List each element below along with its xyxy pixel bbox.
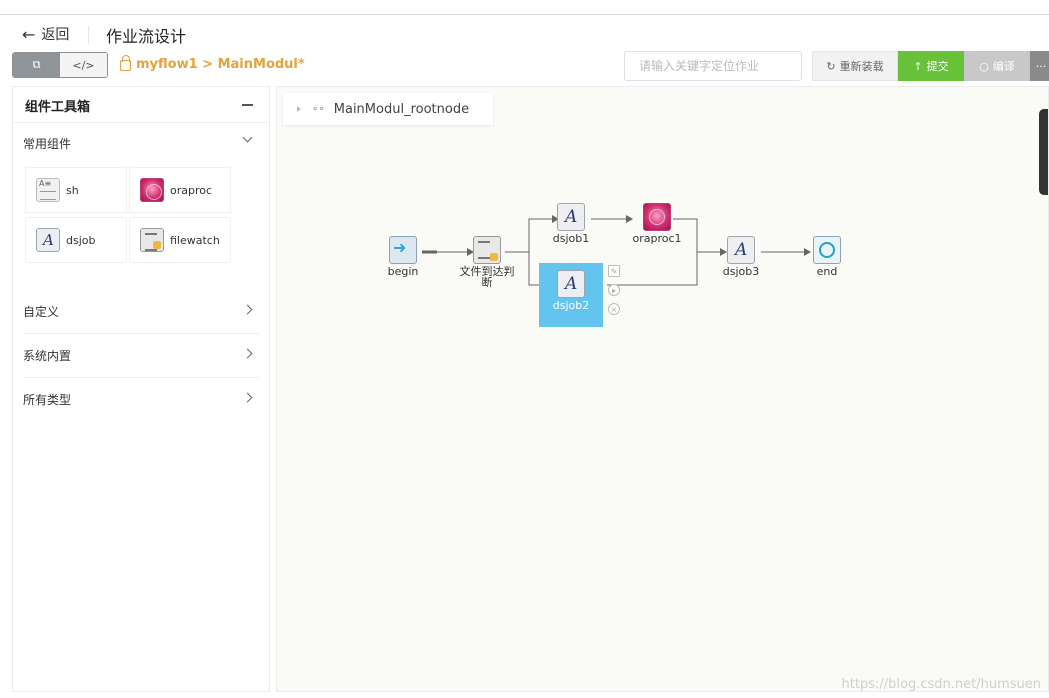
upload-arrow-icon: ↑: [913, 59, 923, 73]
reload-label: 重新装载: [839, 60, 884, 73]
component-oraproc[interactable]: oraproc: [129, 167, 231, 213]
database-icon: [140, 178, 164, 202]
header-separator: [88, 26, 89, 44]
group-all-types[interactable]: 所有类型: [13, 381, 269, 417]
connector-dsjob2-dsjob3: [607, 252, 698, 286]
node-dsjob3[interactable]: dsjob3: [711, 236, 771, 277]
reload-button[interactable]: ↻ 重新装载: [812, 51, 898, 81]
group-label: 系统内置: [23, 349, 72, 363]
play-icon[interactable]: ▸: [608, 284, 620, 296]
divider: [23, 377, 259, 378]
node-label: begin: [387, 265, 419, 278]
group-label: 自定义: [23, 305, 60, 319]
divider: [23, 333, 259, 334]
group-common[interactable]: 常用组件: [13, 125, 269, 161]
component-filewatch[interactable]: filewatch: [129, 217, 231, 263]
diagram-view-button[interactable]: ⧉: [13, 53, 60, 77]
node-label: end: [816, 265, 838, 278]
dsjob-icon: [557, 203, 585, 231]
node-label: dsjob1: [552, 232, 590, 245]
node-end[interactable]: end: [797, 236, 857, 277]
chevron-down-icon: [242, 132, 253, 143]
code-view-icon: </>: [72, 58, 95, 72]
circle-icon: ○: [979, 59, 989, 73]
node-label: 文件到达判断: [459, 265, 515, 289]
search-input[interactable]: [624, 51, 802, 81]
code-view-button[interactable]: </>: [60, 53, 107, 77]
start-arrow-icon: [389, 236, 417, 264]
filewatch-icon: [473, 236, 501, 264]
toolbox-header: 组件工具箱: [13, 87, 269, 123]
node-label: dsjob3: [722, 265, 760, 278]
group-common-label: 常用组件: [23, 137, 72, 151]
flow-canvas[interactable]: ⚬⚬ MainModul_rootnode begin 文件到达判断: [276, 86, 1049, 692]
group-label: 所有类型: [23, 393, 72, 407]
page-header: ← 返回 作业流设计: [0, 16, 1049, 52]
diagram-view-icon: ⧉: [32, 58, 41, 71]
more-button[interactable]: ···: [1030, 51, 1049, 81]
breadcrumb-text: myflow1 > MainModul*: [136, 57, 305, 72]
toolbox-title: 组件工具箱: [25, 100, 91, 115]
node-dsjob2-selected[interactable]: dsjob2: [539, 263, 603, 327]
node-oraproc1[interactable]: oraproc1: [627, 203, 687, 244]
toolbar: ⧉ </> myflow1 > MainModul* ↻ 重新装载 ↑ 提交 ○…: [12, 51, 1049, 81]
side-panel-handle[interactable]: [1039, 109, 1048, 195]
top-divider: [0, 14, 1049, 15]
collapse-icon[interactable]: [242, 104, 253, 106]
node-file-check[interactable]: 文件到达判断: [457, 236, 517, 288]
view-toggle: ⧉ </>: [12, 52, 108, 78]
close-icon[interactable]: ×: [608, 303, 620, 315]
dsjob-icon: [36, 228, 60, 252]
power-icon: [813, 236, 841, 264]
component-dsjob[interactable]: dsjob: [25, 217, 127, 263]
node-begin[interactable]: begin: [373, 236, 433, 277]
unlock-icon: [120, 55, 131, 71]
chevron-right-icon: [242, 392, 253, 403]
component-label: oraproc: [170, 183, 213, 197]
reload-icon: ↻: [826, 59, 836, 73]
dsjob-icon: [557, 270, 585, 298]
back-arrow-icon: ←: [22, 24, 36, 44]
component-sh[interactable]: sh: [25, 167, 127, 213]
compile-label: 编译: [992, 60, 1015, 73]
component-label: filewatch: [170, 233, 220, 247]
back-button[interactable]: ← 返回: [22, 24, 69, 44]
component-label: dsjob: [66, 233, 96, 247]
dsjob-icon: [727, 236, 755, 264]
filewatch-icon: [140, 228, 164, 252]
shell-doc-icon: [36, 178, 60, 202]
node-dsjob1[interactable]: dsjob1: [541, 203, 601, 244]
node-label: oraproc1: [632, 232, 682, 245]
group-custom[interactable]: 自定义: [13, 293, 269, 329]
component-label: sh: [66, 183, 79, 197]
group-builtin[interactable]: 系统内置: [13, 337, 269, 373]
database-icon: [643, 203, 671, 231]
chevron-right-icon: [242, 304, 253, 315]
watermark: https://blog.csdn.net/humsuen: [841, 677, 1041, 692]
submit-button[interactable]: ↑ 提交: [898, 51, 964, 81]
edit-icon[interactable]: ✎: [608, 265, 620, 277]
node-label: dsjob2: [552, 299, 590, 312]
breadcrumb: myflow1 > MainModul*: [120, 55, 305, 72]
component-toolbox: 组件工具箱 常用组件 sh oraproc dsjob filewatch 自定…: [12, 86, 270, 692]
page-title: 作业流设计: [106, 27, 187, 46]
back-label: 返回: [41, 27, 70, 43]
chevron-right-icon: [242, 348, 253, 359]
submit-label: 提交: [926, 60, 949, 73]
compile-button[interactable]: ○ 编译: [964, 51, 1030, 81]
flow-connections: [422, 215, 811, 286]
more-icon: ···: [1035, 59, 1047, 73]
